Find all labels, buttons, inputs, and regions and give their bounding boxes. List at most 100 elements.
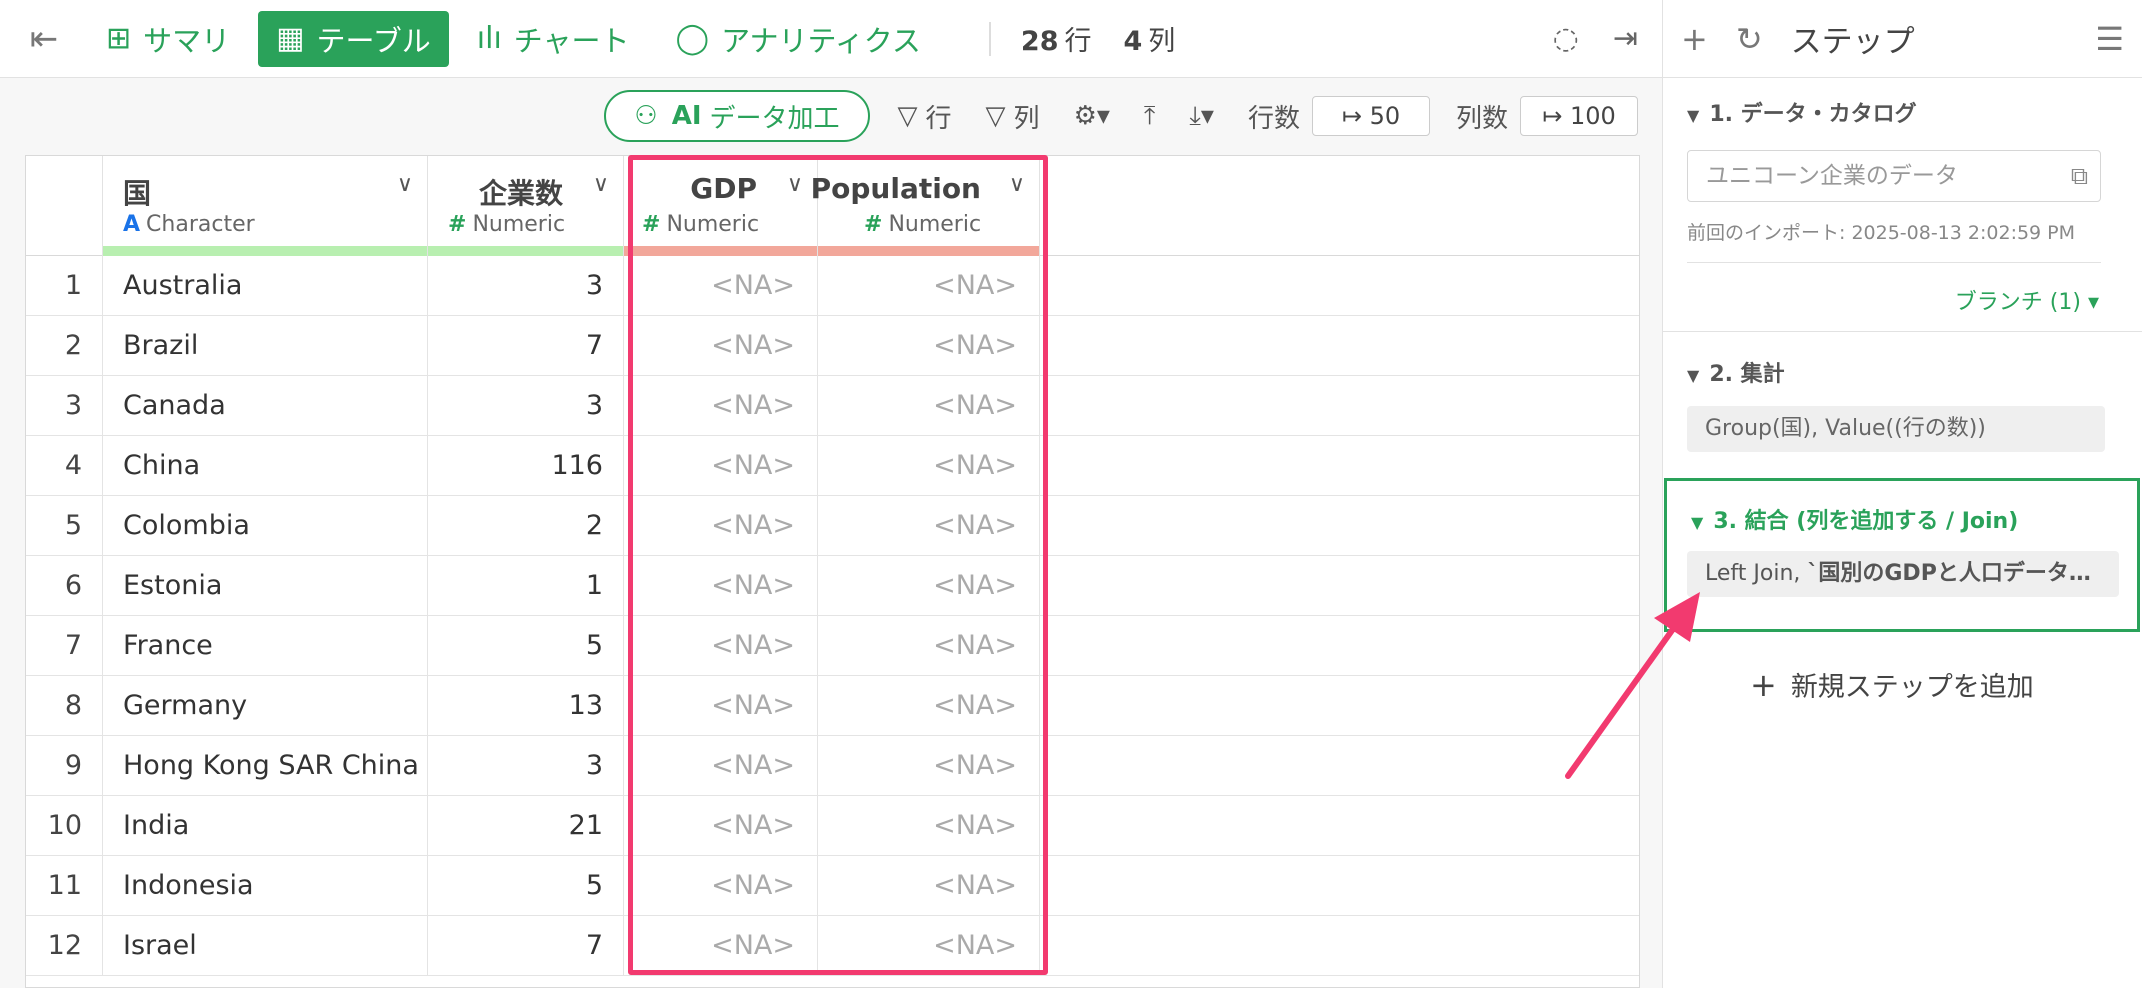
column-header-count[interactable]: 企業数 ∨ # Numeric [428,156,624,256]
step-title[interactable]: ▼ 3. 結合 (列を追加する / Join) [1667,503,2018,535]
cell-gdp[interactable]: <NA> [624,436,818,496]
row-index[interactable]: 9 [26,736,103,796]
table-row[interactable]: 12 Israel 7 <NA> <NA> [26,916,1639,976]
table-row[interactable]: 6 Estonia 1 <NA> <NA> [26,556,1639,616]
cell-population[interactable]: <NA> [818,556,1040,616]
cell-count[interactable]: 5 [428,616,624,676]
cell-gdp[interactable]: <NA> [624,856,818,916]
row-index[interactable]: 1 [26,256,103,316]
collapse-right-icon[interactable]: ⇥ [1613,21,1638,56]
cell-country[interactable]: Indonesia [103,856,428,916]
cell-country[interactable]: Germany [103,676,428,736]
cell-count[interactable]: 13 [428,676,624,736]
add-step-button[interactable]: + 新規ステップを追加 [1750,665,2034,704]
table-row[interactable]: 10 India 21 <NA> <NA> [26,796,1639,856]
cell-count[interactable]: 116 [428,436,624,496]
column-header-population[interactable]: Population ∨ # Numeric [811,156,1040,256]
cell-count[interactable]: 7 [428,316,624,376]
cell-population[interactable]: <NA> [818,496,1040,556]
step-3-active[interactable]: ▼ 3. 結合 (列を追加する / Join) Left Join, `国別のGD… [1664,478,2140,632]
table-row[interactable]: 11 Indonesia 5 <NA> <NA> [26,856,1639,916]
step-summary[interactable]: Left Join, `国別のGDPと人口データ… [1687,551,2119,597]
row-index[interactable]: 7 [26,616,103,676]
row-index[interactable]: 12 [26,916,103,976]
tab-chart[interactable]: ılı チャート [459,11,648,67]
chevron-down-icon[interactable]: ∨ [787,172,803,197]
cell-country[interactable]: Colombia [103,496,428,556]
cell-country[interactable]: Hong Kong SAR China [103,736,428,796]
tab-analytics[interactable]: ◯ アナリティクス [658,11,939,67]
chevron-down-icon[interactable]: ∨ [593,172,609,197]
step-title[interactable]: ▼ 1. データ・カタログ [1663,96,2142,128]
sliders-icon[interactable]: ☰ [2095,20,2124,58]
plus-icon[interactable]: + [1681,20,1708,58]
table-row[interactable]: 8 Germany 13 <NA> <NA> [26,676,1639,736]
table-row[interactable]: 5 Colombia 2 <NA> <NA> [26,496,1639,556]
tab-summary[interactable]: ⊞ サマリ [88,11,248,67]
cell-count[interactable]: 1 [428,556,624,616]
cell-country[interactable]: China [103,436,428,496]
filter-rows-button[interactable]: ▽ 行 [898,98,952,135]
row-index[interactable]: 3 [26,376,103,436]
table-row[interactable]: 1 Australia 3 <NA> <NA> [26,256,1639,316]
cell-gdp[interactable]: <NA> [624,256,818,316]
cell-population[interactable]: <NA> [818,856,1040,916]
column-header-country[interactable]: 国 ∨ A Character [103,156,428,256]
cell-count[interactable]: 7 [428,916,624,976]
chevron-down-icon[interactable]: ∨ [1009,172,1025,197]
collapse-left-icon[interactable]: ⇤ [0,0,88,78]
row-index[interactable]: 10 [26,796,103,856]
table-row[interactable]: 9 Hong Kong SAR China 3 <NA> <NA> [26,736,1639,796]
row-index[interactable]: 2 [26,316,103,376]
table-row[interactable]: 2 Brazil 7 <NA> <NA> [26,316,1639,376]
cell-population[interactable]: <NA> [818,916,1040,976]
cell-count[interactable]: 3 [428,376,624,436]
cell-gdp[interactable]: <NA> [624,496,818,556]
row-index[interactable]: 11 [26,856,103,916]
cell-population[interactable]: <NA> [818,676,1040,736]
cell-population[interactable]: <NA> [818,376,1040,436]
cell-gdp[interactable]: <NA> [624,616,818,676]
cell-gdp[interactable]: <NA> [624,796,818,856]
cell-country[interactable]: Canada [103,376,428,436]
cell-population[interactable]: <NA> [818,796,1040,856]
cell-gdp[interactable]: <NA> [624,916,818,976]
row-index[interactable]: 6 [26,556,103,616]
cell-population[interactable]: <NA> [818,316,1040,376]
catalog-input[interactable]: ユニコーン企業のデータ ⧉ [1687,150,2101,202]
filter-cols-button[interactable]: ▽ 列 [986,98,1040,135]
cell-population[interactable]: <NA> [818,736,1040,796]
ai-data-wrangling-button[interactable]: ⚇ AI データ加工 [604,90,870,142]
cell-country[interactable]: France [103,616,428,676]
cell-count[interactable]: 21 [428,796,624,856]
cols-limit-input[interactable]: ↦ 100 [1520,96,1638,136]
upload-button[interactable]: ⤒ [1144,101,1156,132]
comment-icon[interactable]: ◌ [1553,21,1579,56]
table-row[interactable]: 4 China 116 <NA> <NA> [26,436,1639,496]
row-index[interactable]: 5 [26,496,103,556]
cell-count[interactable]: 2 [428,496,624,556]
step-title[interactable]: ▼ 2. 集計 [1663,356,2142,388]
settings-dropdown[interactable]: ⚙▾ [1074,101,1110,131]
tab-table[interactable]: ▦ テーブル [258,10,449,67]
cell-count[interactable]: 3 [428,256,624,316]
cell-country[interactable]: Israel [103,916,428,976]
cell-gdp[interactable]: <NA> [624,676,818,736]
cell-gdp[interactable]: <NA> [624,316,818,376]
refresh-icon[interactable]: ↻ [1736,20,1763,58]
table-row[interactable]: 3 Canada 3 <NA> <NA> [26,376,1639,436]
rows-limit-input[interactable]: ↦ 50 [1311,96,1430,136]
cell-gdp[interactable]: <NA> [624,556,818,616]
cell-country[interactable]: Brazil [103,316,428,376]
table-row[interactable]: 7 France 5 <NA> <NA> [26,616,1639,676]
cell-count[interactable]: 3 [428,736,624,796]
row-index[interactable]: 8 [26,676,103,736]
external-link-icon[interactable]: ⧉ [2071,151,2088,201]
cell-population[interactable]: <NA> [818,256,1040,316]
cell-gdp[interactable]: <NA> [624,736,818,796]
row-index[interactable]: 4 [26,436,103,496]
cell-count[interactable]: 5 [428,856,624,916]
step-summary[interactable]: Group(国), Value((行の数)) [1687,406,2105,452]
cell-country[interactable]: Estonia [103,556,428,616]
column-header-gdp[interactable]: GDP ∨ # Numeric [624,156,818,256]
